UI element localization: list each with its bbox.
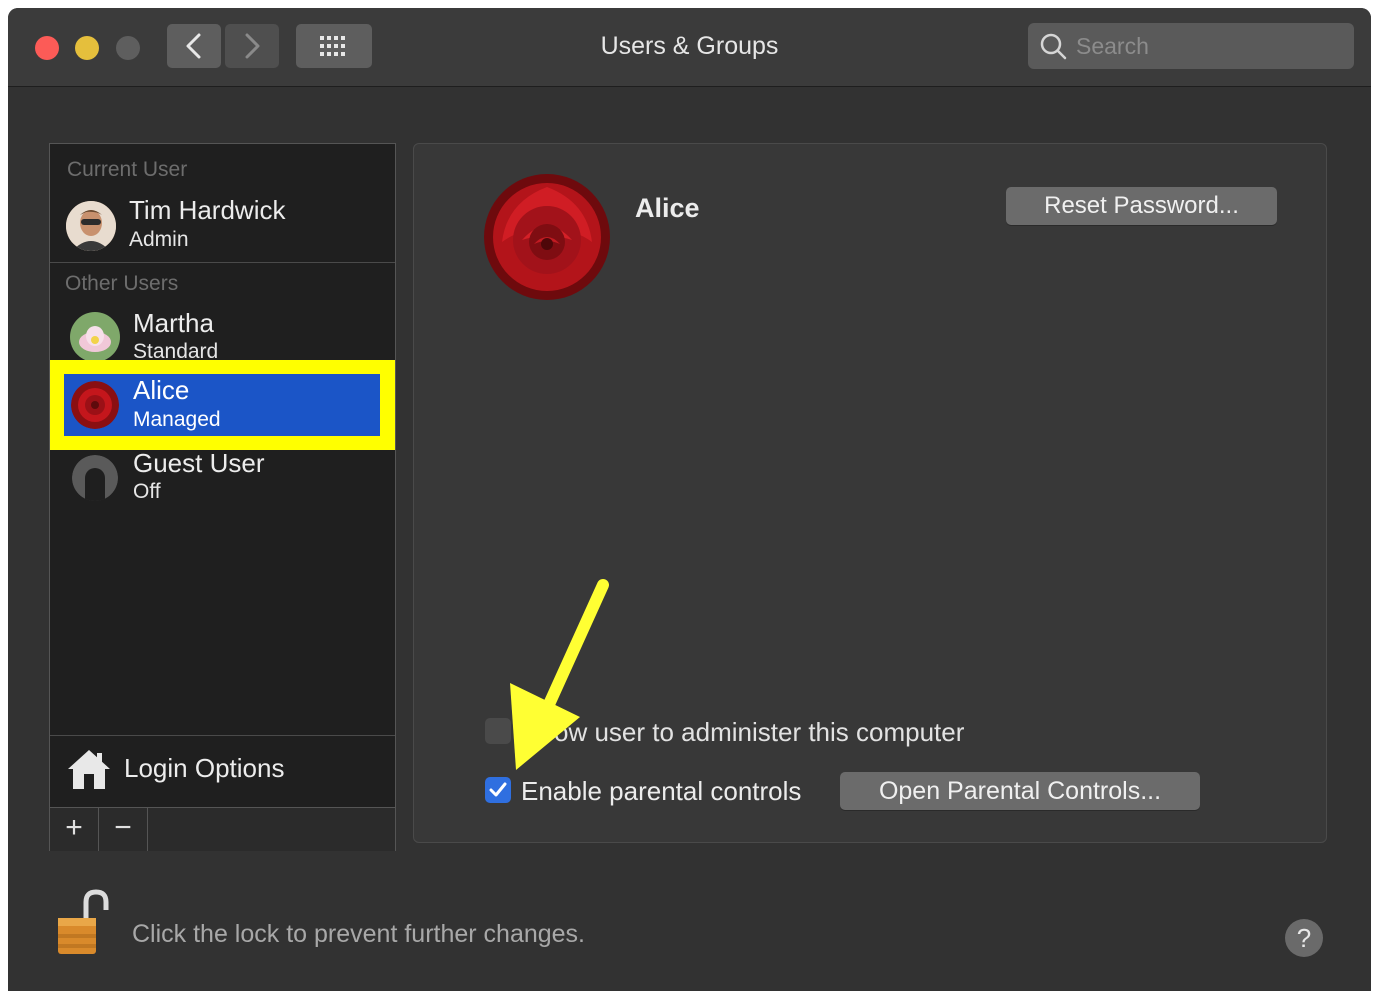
remove-user-button[interactable]: − <box>99 808 148 851</box>
other-users-label: Other Users <box>65 272 179 295</box>
user-role: Managed <box>133 408 221 431</box>
enable-parental-label: Enable parental controls <box>521 776 802 806</box>
search-field[interactable]: Search <box>1028 23 1354 69</box>
user-role: Admin <box>129 228 189 251</box>
allow-admin-label: ow user to administer this computer <box>554 717 965 747</box>
tim-avatar <box>66 201 116 251</box>
house-icon <box>68 750 110 789</box>
reset-password-button[interactable]: Reset Password... <box>1006 187 1277 225</box>
user-list: Current User Tim Hardwick Admin Other Us… <box>49 143 396 851</box>
enable-parental-checkbox[interactable] <box>485 777 511 803</box>
user-name: Martha <box>133 308 214 338</box>
login-options-label: Login Options <box>124 753 285 783</box>
user-row-alice[interactable]: Alice Managed <box>64 374 380 436</box>
alice-large-avatar[interactable] <box>482 172 612 302</box>
list-toolbar: + − <box>50 807 395 851</box>
unlocked-padlock-icon <box>58 889 109 954</box>
title-bar: Users & Groups Search <box>8 8 1371 87</box>
user-name: Tim Hardwick <box>129 195 286 225</box>
lock-status-text: Click the lock to prevent further change… <box>132 920 586 948</box>
user-name: Guest User <box>133 448 265 478</box>
rose-image <box>484 174 610 300</box>
add-user-button[interactable]: + <box>50 808 99 851</box>
search-placeholder: Search <box>1076 33 1149 59</box>
checkmark-icon <box>489 782 507 797</box>
divider <box>50 735 395 736</box>
current-user-label: Current User <box>67 158 188 181</box>
search-icon <box>1040 33 1067 60</box>
selected-user-name: Alice <box>635 193 700 223</box>
guest-avatar <box>72 455 118 501</box>
users-groups-window: Users & Groups Search Current User Tim H… <box>8 8 1371 991</box>
user-role: Off <box>133 480 161 503</box>
divider <box>50 262 395 263</box>
user-detail-panel: Alice Reset Password... ow user to admin… <box>413 143 1327 843</box>
user-name: Alice <box>133 375 190 405</box>
allow-admin-checkbox[interactable] <box>485 718 511 744</box>
open-parental-controls-button[interactable]: Open Parental Controls... <box>840 772 1200 810</box>
martha-avatar <box>70 312 120 362</box>
alice-avatar <box>71 381 119 429</box>
help-button[interactable]: ? <box>1285 919 1323 957</box>
selection-highlight: Alice Managed <box>50 360 395 450</box>
